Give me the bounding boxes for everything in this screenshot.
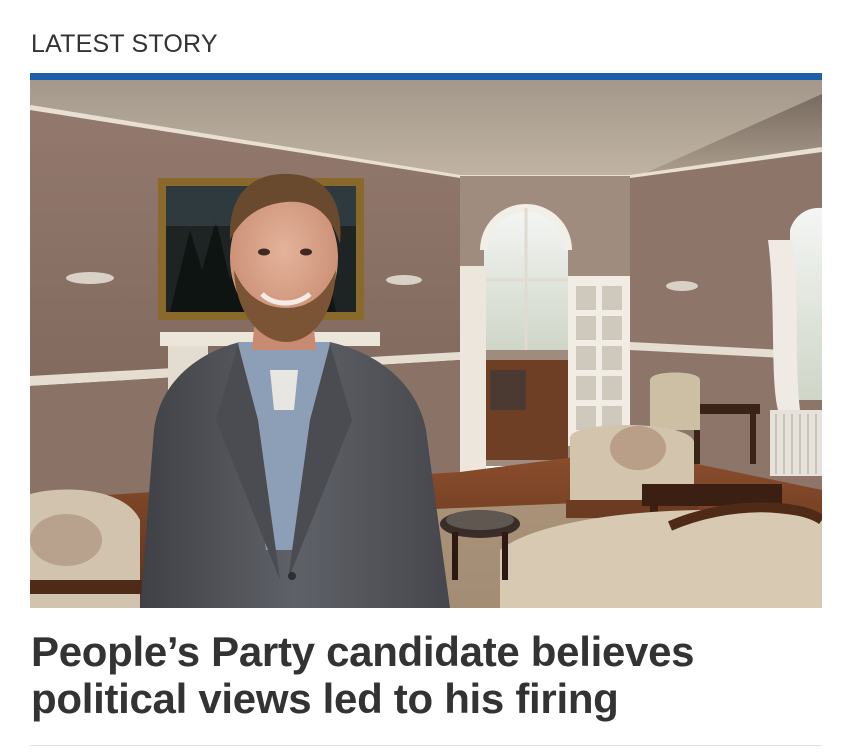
section-label: LATEST STORY <box>31 30 218 58</box>
divider <box>30 745 822 746</box>
article-teaser: LATEST STORY People’s Party candidate be… <box>0 0 853 752</box>
accent-rule <box>30 73 822 80</box>
story-headline[interactable]: People’s Party candidate believes politi… <box>31 628 811 722</box>
story-photo[interactable] <box>30 80 822 608</box>
